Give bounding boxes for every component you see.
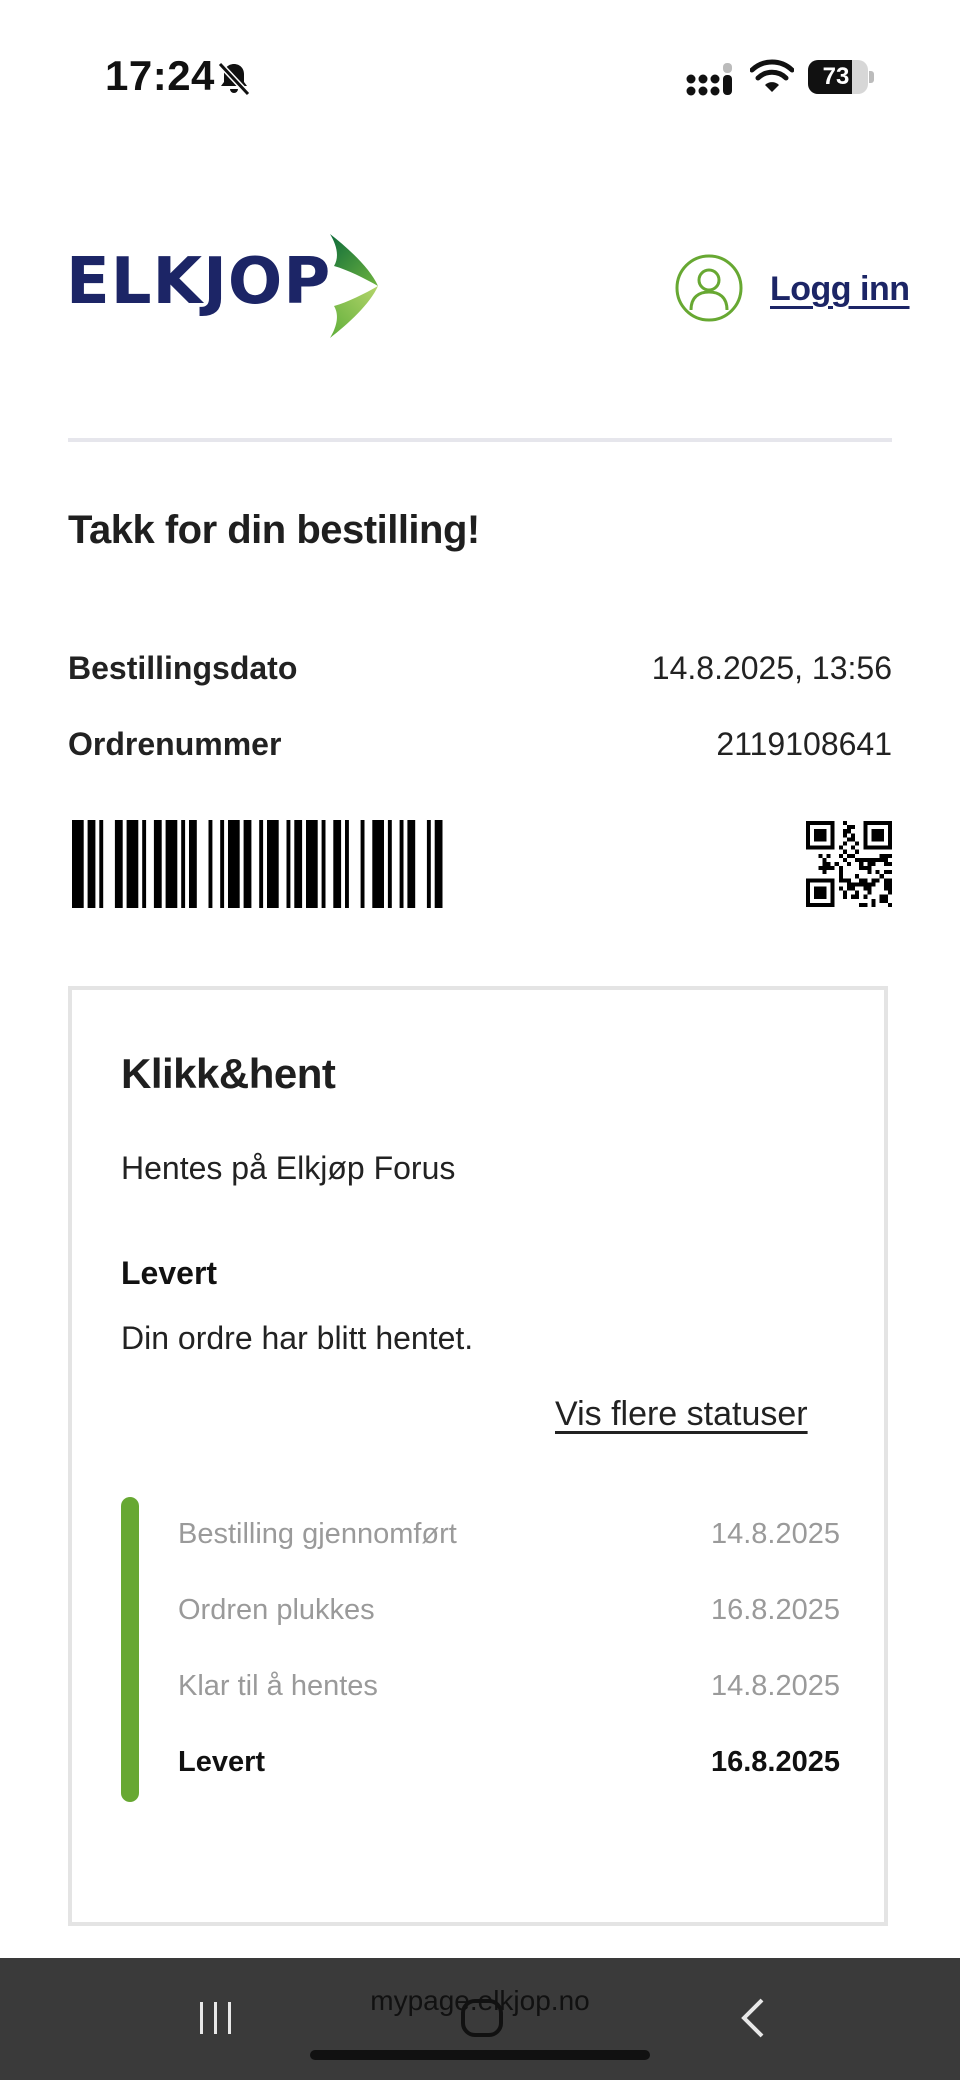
timeline-step-date: 16.8.2025 — [710, 1594, 840, 1626]
order-number-label: Ordrenummer — [68, 726, 282, 762]
page-title: Takk for din bestilling! — [68, 508, 480, 552]
elkjop-logo-text[interactable]: ELKJOP — [66, 250, 331, 314]
home-indicator-pill[interactable] — [310, 2050, 650, 2060]
pickup-card — [68, 986, 888, 1926]
battery-level: 73 — [822, 63, 850, 90]
battery-icon: 73 — [808, 60, 874, 94]
home-icon[interactable] — [460, 1998, 504, 2038]
status-timeline-bar — [121, 1497, 139, 1802]
timeline-step-label: Ordren plukkes — [178, 1594, 375, 1626]
header-divider — [68, 438, 892, 442]
timeline-step-date-current: 16.8.2025 — [710, 1746, 840, 1778]
order-date-label: Bestillingsdato — [68, 650, 298, 686]
elkjop-logo-mark-icon — [330, 234, 378, 338]
timeline-step-label: Klar til å hentes — [178, 1670, 378, 1702]
user-account-icon[interactable] — [674, 253, 744, 323]
timeline-step-label: Bestilling gjennomført — [178, 1518, 457, 1550]
back-icon[interactable] — [738, 1996, 768, 2040]
timeline-step-date: 14.8.2025 — [710, 1518, 840, 1550]
order-date-value: 14.8.2025, 13:56 — [651, 650, 892, 686]
signal-icon — [686, 63, 732, 96]
timeline-step-label-current: Levert — [178, 1746, 266, 1778]
order-barcode — [72, 820, 443, 908]
login-link[interactable]: Logg inn — [770, 270, 910, 309]
timeline-step-date: 14.8.2025 — [710, 1670, 840, 1702]
pickup-card-title: Klikk&hent — [121, 1050, 336, 1097]
order-qr-code[interactable] — [806, 820, 892, 908]
order-number-value: 2119108641 — [716, 726, 892, 762]
wifi-icon — [750, 59, 794, 92]
bell-muted-icon — [217, 61, 251, 97]
order-status-description: Din ordre har blitt hentet. — [121, 1320, 474, 1356]
status-time: 17:24 — [105, 52, 215, 99]
pickup-store: Hentes på Elkjøp Forus — [121, 1150, 456, 1186]
show-more-statuses-link[interactable]: Vis flere statuser — [555, 1395, 808, 1434]
recent-apps-icon[interactable] — [196, 2000, 236, 2036]
order-status-title: Levert — [121, 1255, 218, 1291]
